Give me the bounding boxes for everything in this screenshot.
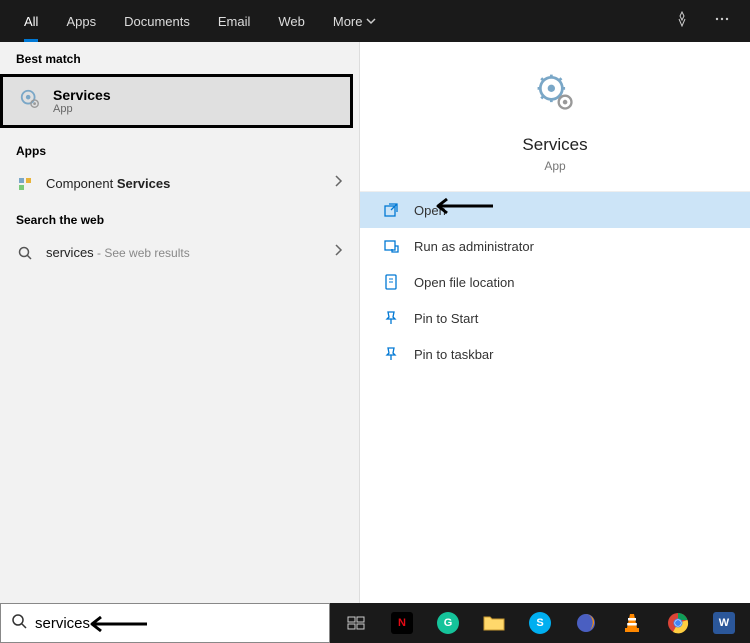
pin-icon [382, 346, 400, 362]
taskbar-chrome[interactable] [658, 603, 698, 643]
tab-web[interactable]: Web [264, 0, 319, 42]
section-best-match: Best match [0, 42, 359, 72]
folder-icon [382, 274, 400, 290]
results-list: Best match Services App Apps Component S… [0, 42, 360, 603]
action-pin-to-taskbar[interactable]: Pin to taskbar [360, 336, 750, 372]
admin-icon [382, 238, 400, 254]
preview-actions: Open Run as administrator Open file loca… [360, 191, 750, 372]
tab-label: All [24, 14, 38, 29]
taskbar: N G S W [330, 603, 750, 643]
open-icon [382, 202, 400, 218]
tab-label: Apps [66, 14, 96, 29]
taskbar-word[interactable]: W [704, 603, 744, 643]
search-icon [11, 613, 27, 634]
tab-label: Web [278, 14, 305, 29]
app-result-label: Component Services [46, 176, 321, 191]
search-box[interactable] [0, 603, 330, 643]
action-label: Pin to taskbar [414, 347, 494, 362]
action-label: Pin to Start [414, 311, 478, 326]
top-actions [674, 11, 740, 32]
preview-pane: Services App Open Run as administrator [360, 42, 750, 603]
preview-subtitle: App [544, 159, 565, 173]
action-run-as-admin[interactable]: Run as administrator [360, 228, 750, 264]
app-result-component-services[interactable]: Component Services [0, 164, 359, 203]
pin-icon [382, 310, 400, 326]
search-icon [16, 246, 34, 260]
gear-icon [19, 88, 41, 115]
preview-title: Services [522, 135, 587, 155]
search-input[interactable] [35, 615, 319, 632]
tab-all[interactable]: All [10, 0, 52, 42]
more-options-icon[interactable] [714, 11, 730, 32]
section-search-web: Search the web [0, 203, 359, 233]
taskbar-task-view[interactable] [336, 603, 376, 643]
search-results-area: Best match Services App Apps Component S… [0, 42, 750, 603]
component-services-icon [16, 176, 34, 192]
bottom-bar: N G S W [0, 603, 750, 643]
reward-icon[interactable] [674, 11, 690, 32]
taskbar-netflix[interactable]: N [382, 603, 422, 643]
gear-icon [533, 70, 577, 119]
action-label: Open file location [414, 275, 514, 290]
tab-documents[interactable]: Documents [110, 0, 204, 42]
taskbar-skype[interactable]: S [520, 603, 560, 643]
search-filter-bar: All Apps Documents Email Web More [0, 0, 750, 42]
best-match-title: Services [53, 87, 111, 103]
action-pin-to-start[interactable]: Pin to Start [360, 300, 750, 336]
tab-label: More [333, 14, 363, 29]
chevron-right-icon [333, 174, 343, 193]
taskbar-file-explorer[interactable] [474, 603, 514, 643]
chevron-right-icon [333, 243, 343, 262]
best-match-subtitle: App [53, 103, 111, 115]
taskbar-vlc[interactable] [612, 603, 652, 643]
web-result-label: services - See web results [46, 245, 321, 260]
action-label: Run as administrator [414, 239, 534, 254]
action-label: Open [414, 203, 446, 218]
preview-header: Services App [360, 42, 750, 191]
section-apps: Apps [0, 134, 359, 164]
tab-label: Email [218, 14, 251, 29]
taskbar-grammarly[interactable]: G [428, 603, 468, 643]
action-open-file-location[interactable]: Open file location [360, 264, 750, 300]
tab-apps[interactable]: Apps [52, 0, 110, 42]
tab-email[interactable]: Email [204, 0, 265, 42]
chevron-down-icon [366, 14, 376, 29]
taskbar-firefox[interactable] [566, 603, 606, 643]
tab-label: Documents [124, 14, 190, 29]
web-result-services[interactable]: services - See web results [0, 233, 359, 272]
action-open[interactable]: Open [360, 192, 750, 228]
tab-more[interactable]: More [319, 0, 391, 42]
best-match-item[interactable]: Services App [0, 74, 353, 128]
